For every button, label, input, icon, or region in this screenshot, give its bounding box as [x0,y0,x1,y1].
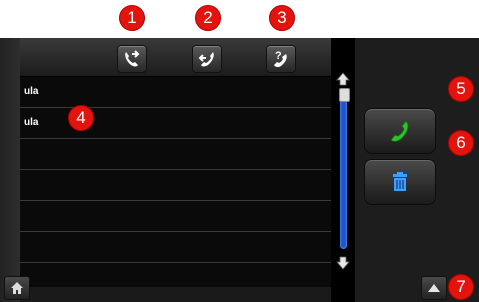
call-log-tabbar: ? [20,38,331,77]
contact-name: ula [24,86,39,97]
scroll-thumb[interactable] [339,88,350,102]
missed-call-icon: ? [274,50,287,68]
callout-3: 3 [269,5,295,31]
tab-incoming-calls[interactable] [192,45,222,73]
empty-row [20,232,331,263]
callout-2: 2 [195,5,221,31]
callout-6: 6 [448,130,474,156]
callout-4: 4 [68,105,94,131]
scrollbar[interactable] [331,38,355,302]
tab-outgoing-calls[interactable] [117,45,147,73]
delete-button[interactable] [364,159,436,205]
list-item[interactable]: ula [20,77,331,108]
call-button[interactable] [364,108,436,154]
trash-icon [393,172,407,191]
call-log-list: ula ula [20,77,331,287]
svg-text:?: ? [275,50,282,62]
call-icon [390,120,409,142]
tab-missed-calls[interactable]: ? [266,45,296,73]
home-icon [11,282,23,294]
callout-1: 1 [119,5,145,31]
scroll-up-icon[interactable] [336,72,350,86]
contact-name: ula [24,117,39,128]
empty-row [20,201,331,232]
scroll-track[interactable] [340,93,347,249]
empty-row [20,170,331,201]
chevron-up-icon [428,284,440,292]
left-edge [0,38,20,302]
callout-7: 7 [448,274,474,300]
incoming-call-icon [198,52,214,67]
home-button[interactable] [4,276,30,300]
collapse-button[interactable] [421,276,447,300]
callout-5: 5 [448,76,474,102]
scroll-down-icon[interactable] [336,256,350,270]
empty-row [20,139,331,170]
list-item[interactable]: ula [20,108,331,139]
outgoing-call-icon [125,50,140,67]
